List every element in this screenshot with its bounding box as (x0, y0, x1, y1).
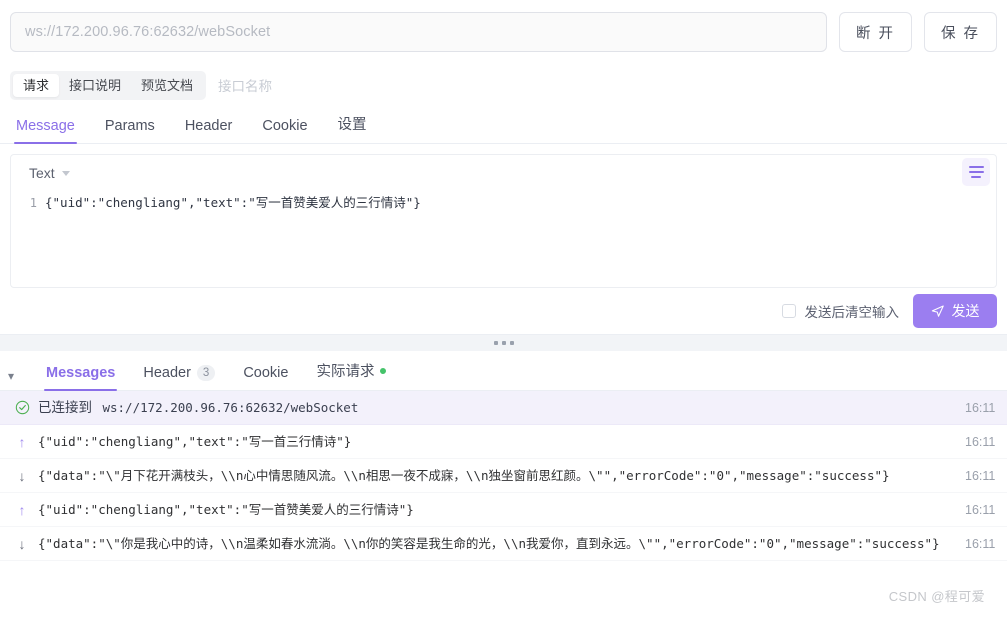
main-tab-bar: Message Params Header Cookie 设置 (0, 104, 1007, 144)
message-row-sent[interactable]: ↑ {"uid":"chengliang","text":"写一首三行情诗"} … (0, 425, 1007, 459)
clear-after-send-label: 发送后清空输入 (804, 305, 900, 320)
body-type-value: Text (29, 165, 55, 181)
message-text: {"data":"\"你是我心中的诗，\\n温柔如春水流淌。\\n你的笑容是我生… (38, 535, 940, 551)
splitter-dot (493, 341, 498, 345)
header-count-badge: 3 (196, 365, 216, 381)
websocket-url-input[interactable]: ws://172.200.96.76:62632/webSocket (10, 12, 827, 52)
splitter-dot (501, 341, 506, 345)
message-row-sent[interactable]: ↑ {"uid":"chengliang","text":"写一首赞美爱人的三行… (0, 493, 1007, 527)
message-editor[interactable]: Text 1 {"uid":"chengliang","text":"写一首赞美… (10, 154, 997, 288)
connected-url: ws://172.200.96.76:62632/webSocket (102, 399, 359, 415)
tab-cookie[interactable]: Cookie (262, 118, 307, 143)
message-text: {"uid":"chengliang","text":"写一首赞美爱人的三行情诗… (38, 501, 414, 517)
arrow-up-icon: ↑ (18, 433, 26, 450)
send-button[interactable]: 发送 (913, 294, 997, 328)
clear-after-send-checkbox[interactable]: 发送后清空输入 (781, 301, 900, 321)
message-text: {"data":"\"月下花开满枝头，\\n心中情思随风流。\\n相思一夜不成寐… (38, 467, 890, 483)
result-tab-messages-label: Messages (46, 365, 116, 381)
url-bar: ws://172.200.96.76:62632/webSocket 断 开 保… (0, 0, 1007, 62)
send-button-label: 发送 (951, 303, 980, 319)
doc-tab-description[interactable]: 接口说明 (59, 74, 131, 97)
result-tab-messages[interactable]: Messages (44, 365, 118, 391)
result-tab-cookie-label: Cookie (243, 365, 289, 381)
message-row-system[interactable]: 已连接到 ws://172.200.96.76:62632/webSocket … (0, 391, 1007, 425)
doc-tab-request[interactable]: 请求 (13, 73, 60, 97)
message-row-received[interactable]: ↓ {"data":"\"月下花开满枝头，\\n心中情思随风流。\\n相思一夜不… (0, 459, 1007, 493)
arrow-down-icon: ↓ (18, 535, 26, 552)
status-dot-icon (380, 367, 387, 374)
save-button[interactable]: 保 存 (923, 12, 997, 52)
editor-toolbar: Text (11, 155, 996, 191)
result-tab-bar: ▾ Messages Header 3 Cookie 实际请求 (0, 351, 1007, 391)
message-list: 已连接到 ws://172.200.96.76:62632/webSocket … (0, 391, 1007, 561)
tab-message[interactable]: Message (14, 118, 77, 144)
result-tab-header-label: Header (143, 365, 191, 381)
tab-settings[interactable]: 设置 (338, 113, 367, 143)
result-tab-cookie[interactable]: Cookie (243, 365, 288, 390)
arrow-down-icon: ↓ (18, 467, 26, 484)
paper-plane-icon (931, 305, 944, 317)
checkbox-box-icon (781, 304, 796, 318)
result-tab-header[interactable]: Header 3 (143, 365, 216, 390)
result-tab-actual-request-label: 实际请求 (316, 364, 375, 380)
doc-tab-row: 请求 接口说明 预览文档 接口名称 (0, 62, 1007, 104)
body-type-select[interactable]: Text (29, 165, 70, 181)
disconnect-button[interactable]: 断 开 (838, 12, 912, 52)
chevron-down-icon[interactable]: ▾ (8, 370, 14, 382)
message-timestamp: 16:11 (965, 400, 996, 415)
message-timestamp: 16:11 (965, 502, 996, 517)
tab-header[interactable]: Header (185, 118, 233, 143)
editor-line-number: 1 (29, 196, 37, 210)
send-row: 发送后清空输入 发送 (0, 288, 1007, 334)
editor-content[interactable]: {"uid":"chengliang","text":"写一首赞美爱人的三行情诗… (45, 193, 421, 213)
message-timestamp: 16:11 (965, 468, 996, 483)
result-tab-actual-request[interactable]: 实际请求 (316, 360, 387, 390)
message-timestamp: 16:11 (965, 536, 996, 551)
message-row-received[interactable]: ↓ {"data":"\"你是我心中的诗，\\n温柔如春水流淌。\\n你的笑容是… (0, 527, 1007, 561)
check-circle-icon (12, 400, 32, 415)
message-text: {"uid":"chengliang","text":"写一首三行情诗"} (38, 433, 352, 449)
csdn-watermark: CSDN @程可爱 (888, 589, 985, 604)
doc-tab-group: 请求 接口说明 预览文档 (10, 70, 207, 100)
interface-name-input[interactable]: 接口名称 (218, 75, 272, 95)
format-lines-icon[interactable] (962, 158, 990, 186)
editor-code-area[interactable]: 1 {"uid":"chengliang","text":"写一首赞美爱人的三行… (11, 191, 996, 213)
panel-splitter-handle[interactable] (0, 334, 1007, 351)
chevron-down-icon (61, 170, 70, 176)
splitter-dot (509, 341, 514, 345)
connected-label: 已连接到 (38, 399, 92, 415)
doc-tab-preview[interactable]: 预览文档 (131, 74, 203, 97)
message-timestamp: 16:11 (965, 434, 996, 449)
tab-params[interactable]: Params (105, 118, 155, 143)
arrow-up-icon: ↑ (18, 501, 26, 518)
